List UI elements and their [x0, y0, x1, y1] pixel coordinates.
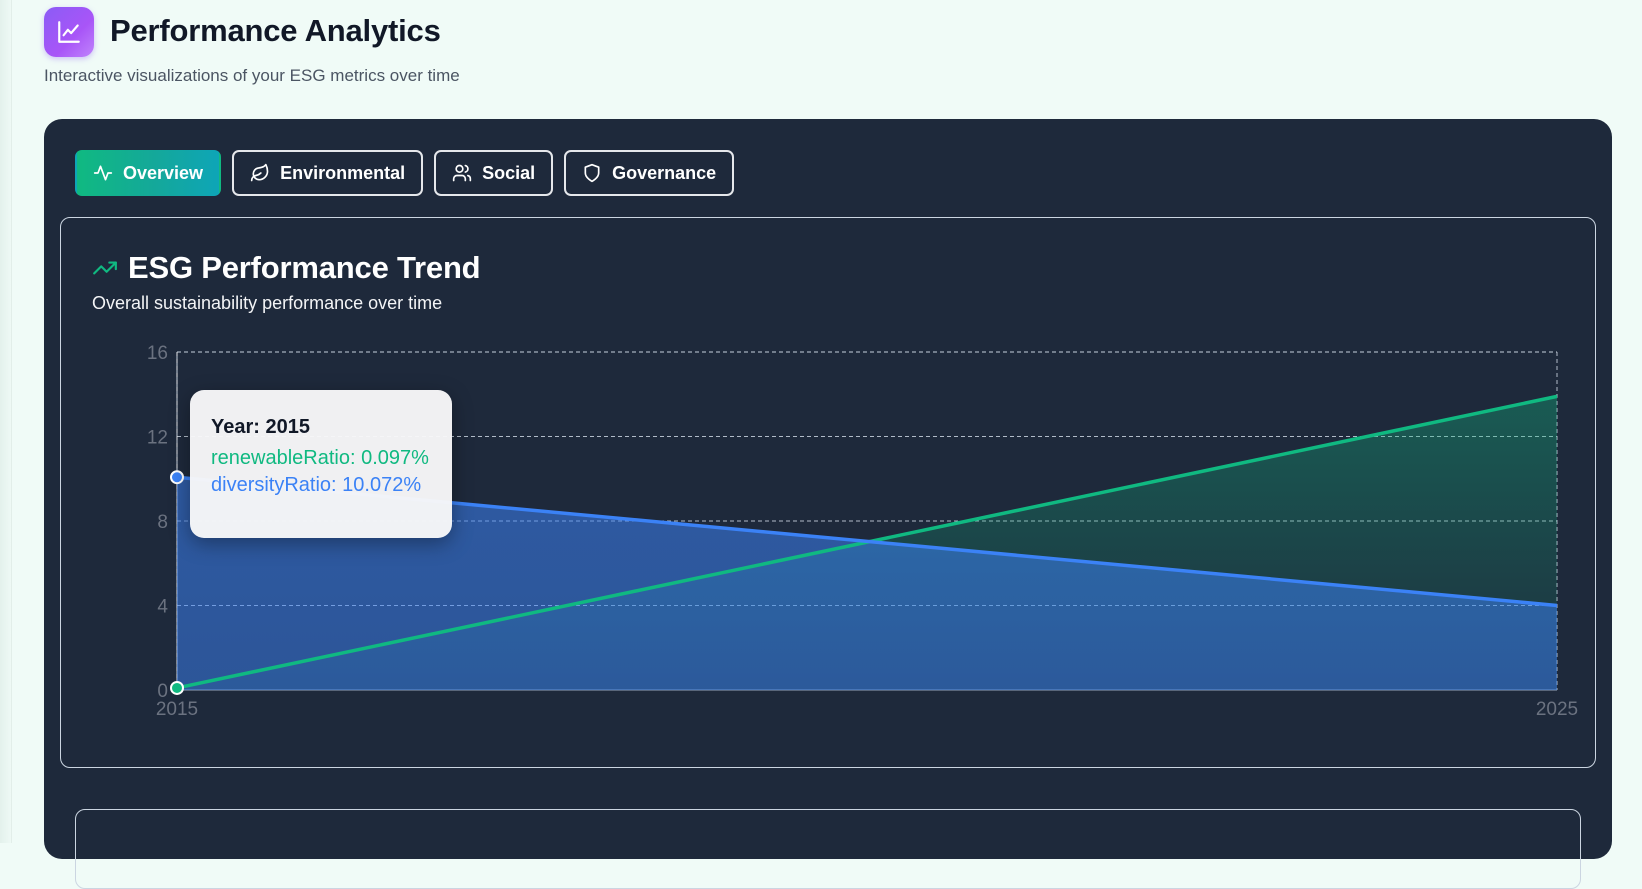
tab-label: Governance	[612, 162, 717, 183]
tab-bar: Overview Environmental Social Governance	[75, 150, 735, 196]
page-subtitle: Interactive visualizations of your ESG m…	[44, 66, 460, 85]
tooltip-diversity-ratio: diversityRatio: 10.072%	[211, 474, 422, 496]
leaf-icon	[250, 163, 269, 182]
card-title: ESG Performance Trend	[128, 250, 481, 285]
shield-icon	[584, 163, 600, 183]
tab-overview[interactable]: Overview	[75, 150, 222, 196]
tooltip-renewable-ratio: renewableRatio: 0.097%	[211, 447, 429, 469]
tab-environmental[interactable]: Environmental	[232, 150, 424, 196]
secondary-card	[75, 809, 1581, 889]
trending-up-icon	[93, 261, 117, 275]
tooltip-year: Year: 2015	[211, 416, 310, 438]
tab-label: Environmental	[280, 162, 406, 183]
activity-icon	[93, 165, 113, 181]
page-edge	[0, 0, 12, 843]
tab-label: Overview	[123, 162, 204, 183]
tab-label: Social	[482, 162, 536, 183]
tab-governance[interactable]: Governance	[564, 150, 735, 196]
users-icon	[452, 164, 472, 182]
card-subtitle: Overall sustainability performance over …	[92, 293, 443, 313]
chart-tooltip: Year: 2015 renewableRatio: 0.097% divers…	[190, 390, 452, 538]
card-header: ESG Performance Trend	[92, 250, 481, 286]
tab-social[interactable]: Social	[434, 150, 554, 196]
line-chart-icon	[44, 7, 94, 57]
page-title: Performance Analytics	[110, 13, 441, 48]
